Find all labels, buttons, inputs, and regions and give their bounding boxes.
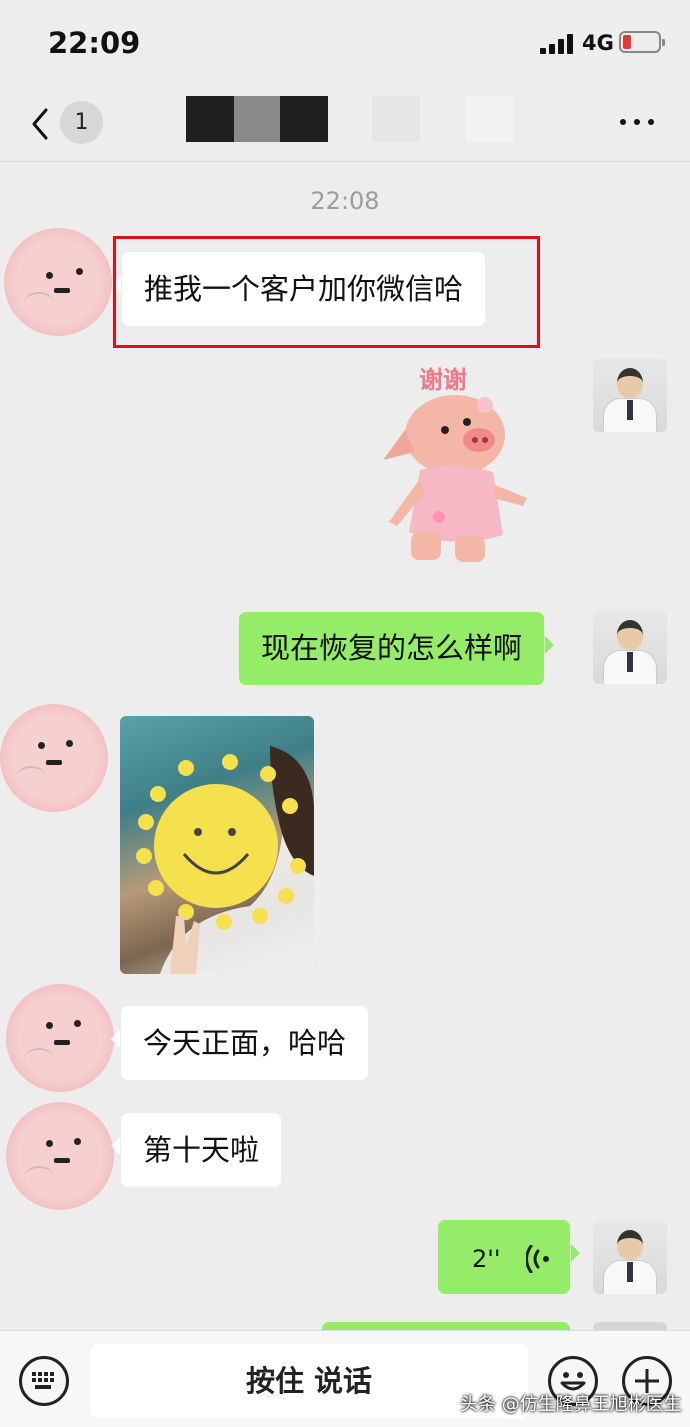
keyboard-icon[interactable] <box>19 1356 69 1406</box>
highlight-box <box>113 236 540 348</box>
voice-wave-icon <box>526 1245 550 1273</box>
my-avatar[interactable] <box>593 1220 667 1294</box>
message-bubble-incoming[interactable]: 今天正面，哈哈 <box>110 1006 369 1080</box>
voice-duration: 2'' <box>472 1245 501 1273</box>
sticker-text: 谢谢 <box>419 366 467 394</box>
contact-avatar[interactable] <box>0 704 108 812</box>
message-bubble-incoming[interactable]: 第十天啦 <box>110 1113 282 1187</box>
message-bubble-outgoing[interactable]: 现在恢复的怎么样啊 <box>239 612 555 685</box>
chat-timestamp: 22:08 <box>310 187 380 215</box>
status-bar: 22:09 4G <box>0 0 690 90</box>
battery-icon <box>619 31 665 53</box>
network-type: 4G <box>582 31 614 55</box>
chat-photo[interactable] <box>120 716 314 974</box>
unread-count-badge[interactable]: 1 <box>60 101 103 144</box>
contact-avatar[interactable] <box>6 984 114 1092</box>
chat-header: 1 <box>0 90 690 162</box>
status-time: 22:09 <box>48 26 141 60</box>
more-dots-icon[interactable] <box>620 116 656 128</box>
contact-avatar[interactable] <box>6 1102 114 1210</box>
my-avatar[interactable] <box>593 610 667 684</box>
contact-avatar[interactable] <box>4 228 112 336</box>
voice-message-bubble[interactable]: 2'' <box>438 1220 580 1294</box>
contact-name-redacted <box>186 96 516 142</box>
smiley-face-overlay <box>136 746 314 974</box>
watermark: 头条 @仿生隆鼻王旭彬医生 <box>460 1394 682 1415</box>
chevron-left-icon[interactable] <box>26 104 56 144</box>
signal-icon <box>540 34 576 54</box>
pig-sticker[interactable]: 谢谢 <box>375 360 545 575</box>
my-avatar[interactable] <box>593 358 667 432</box>
